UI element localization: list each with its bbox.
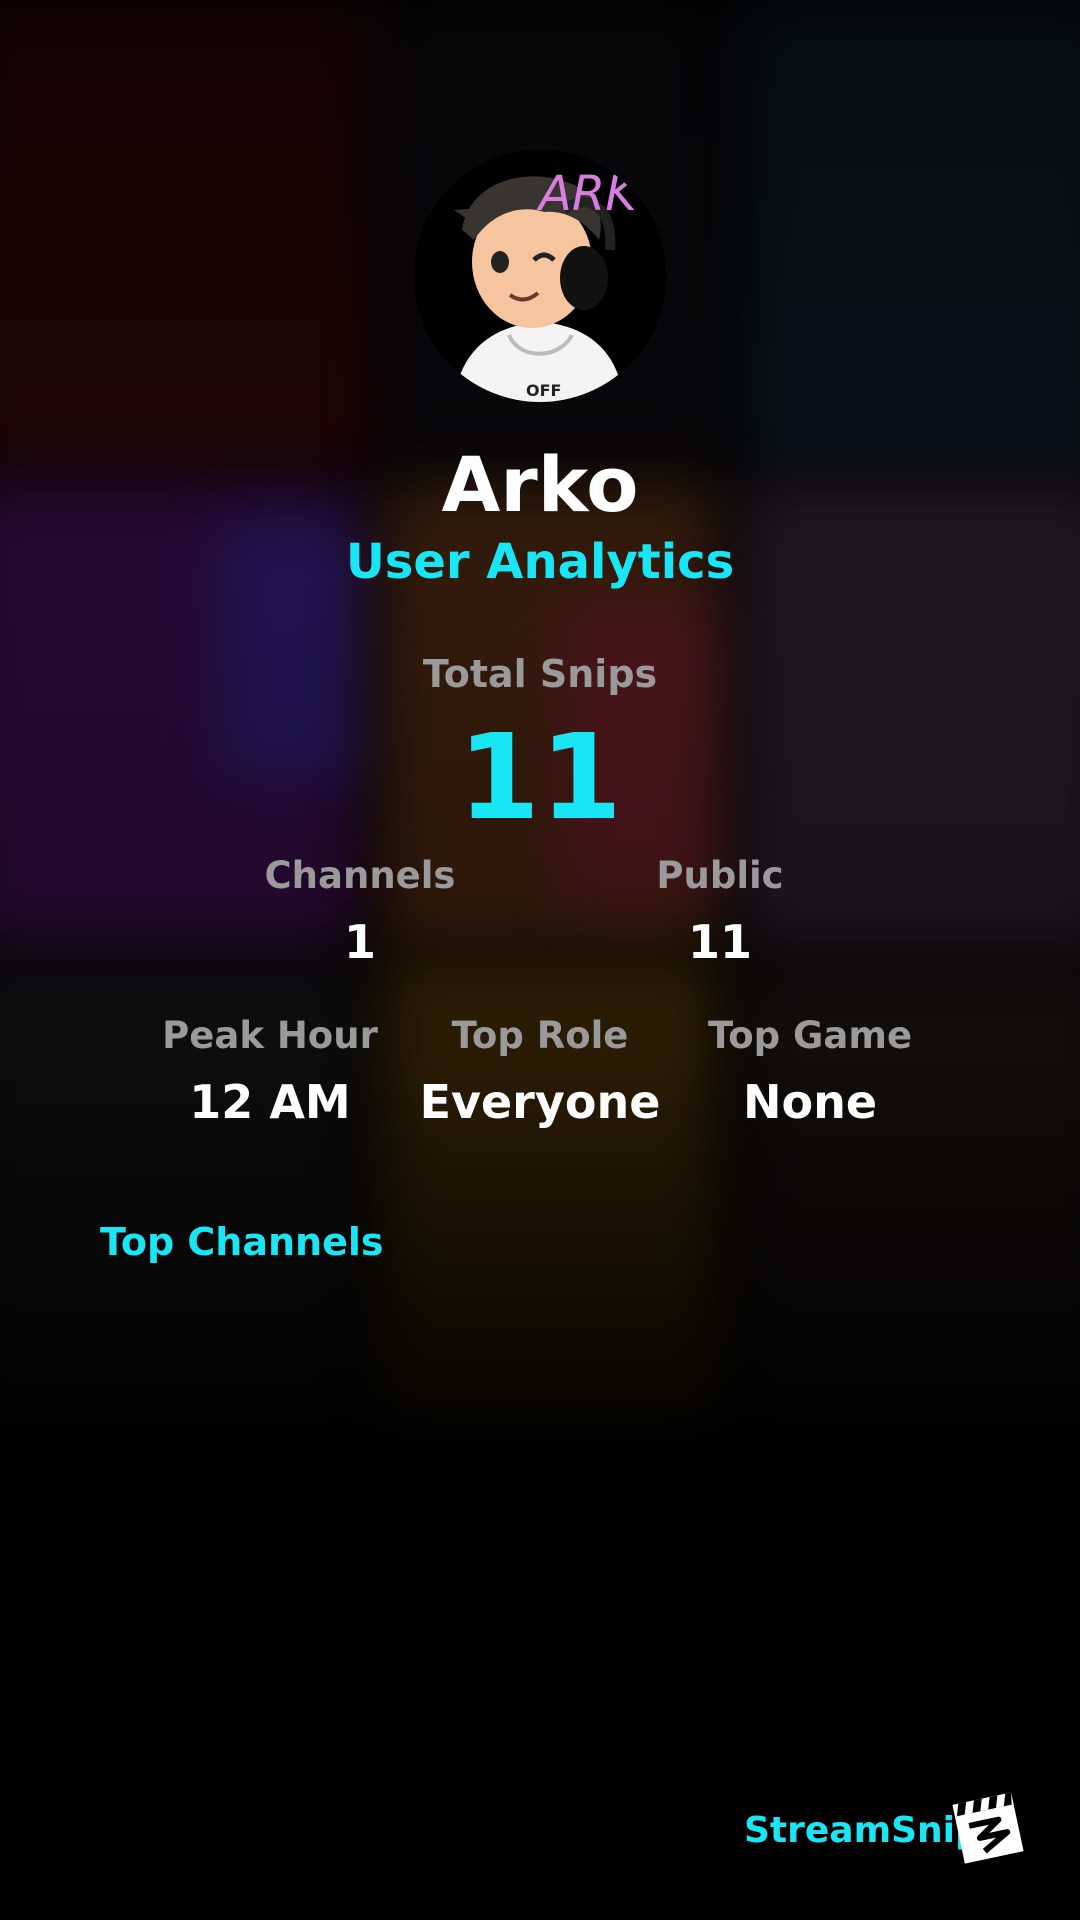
stat-label: Top Role <box>451 1014 629 1057</box>
stat-label: Channels <box>264 854 456 897</box>
stat-label: Peak Hour <box>162 1014 378 1057</box>
username: Arko <box>441 440 639 529</box>
clapperboard-icon <box>950 1790 1026 1866</box>
stat-value: 12 AM <box>189 1075 351 1129</box>
page-subtitle: User Analytics <box>345 534 735 590</box>
stat-value: Everyone <box>419 1075 661 1129</box>
total-snips-label: Total Snips <box>422 652 658 696</box>
avatar-shirt-text: OFF <box>526 381 561 400</box>
stat-value: None <box>742 1075 878 1129</box>
stat-value: 11 <box>687 915 752 969</box>
stat-peak-hour: Peak Hour 12 AM <box>130 1014 410 1129</box>
avatar: ARK OFF <box>414 150 666 402</box>
stat-public: Public 11 <box>580 854 860 969</box>
stat-top-role: Top Role Everyone <box>390 1014 690 1129</box>
stat-top-game: Top Game None <box>670 1014 950 1129</box>
total-snips-value: 11 <box>457 708 623 846</box>
stat-value: 1 <box>343 915 376 969</box>
stat-label: Public <box>656 854 784 897</box>
top-channels-heading: Top Channels <box>100 1220 384 1264</box>
stat-channels: Channels 1 <box>220 854 500 969</box>
stat-label: Top Game <box>707 1014 913 1057</box>
avatar-illustration: ARK OFF <box>414 150 666 402</box>
avatar-text: ARK <box>536 166 640 222</box>
brand-name: StreamSnip <box>744 1810 981 1851</box>
